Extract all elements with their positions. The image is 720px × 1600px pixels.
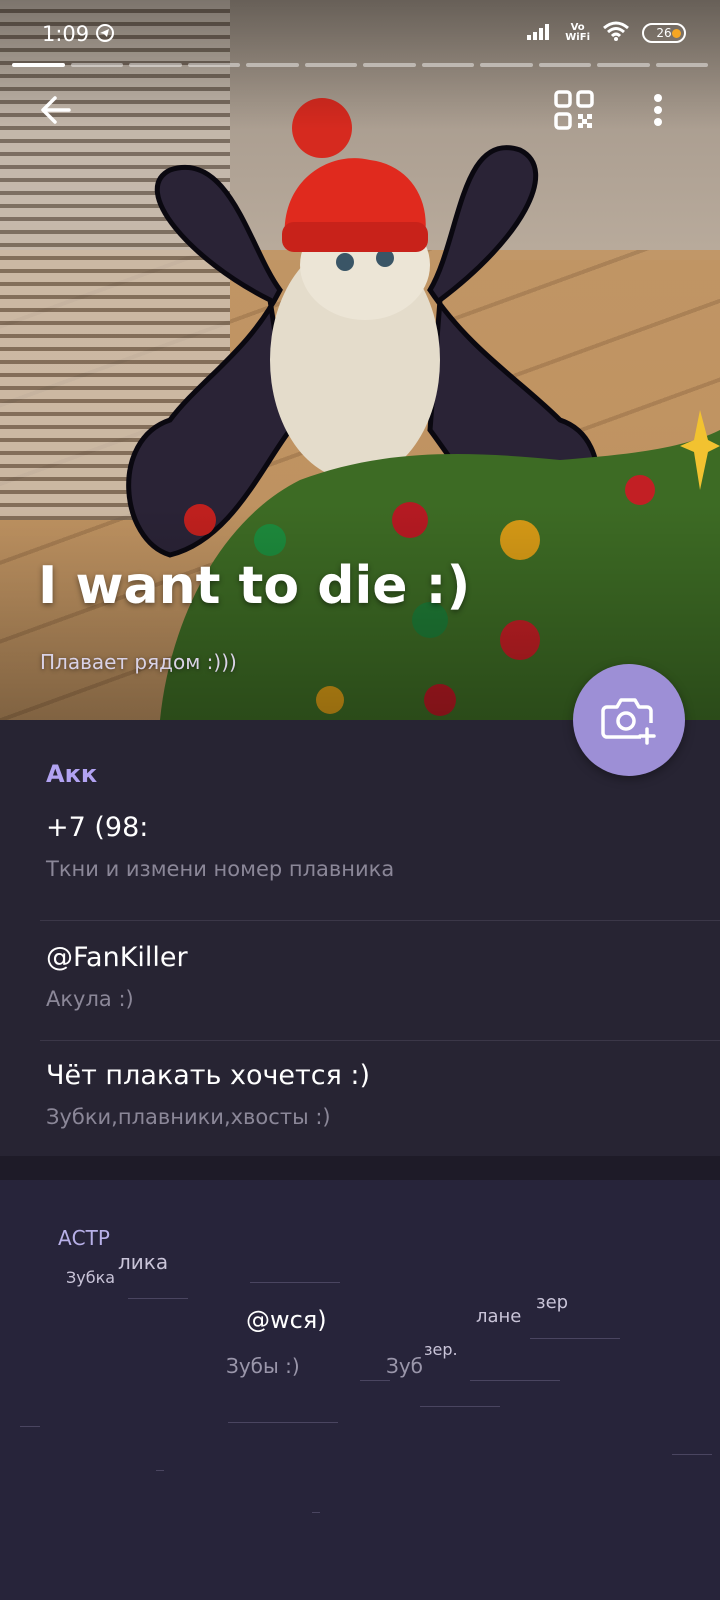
photo-progress-segment xyxy=(70,63,123,67)
photo-progress-segment xyxy=(187,63,240,67)
glitch-line xyxy=(20,1426,40,1427)
glitch-line xyxy=(420,1406,500,1407)
top-action-bar xyxy=(0,80,720,144)
qr-code-button[interactable] xyxy=(548,84,600,136)
telegram-notification-icon xyxy=(96,24,114,46)
battery-saver-dot xyxy=(672,29,681,38)
photo-progress-segment xyxy=(129,63,182,67)
glitched-settings-area: АСТР лика Зубка @wcя) Зубы :) Зуб зер. л… xyxy=(0,1180,720,1600)
signal-icon xyxy=(527,22,553,44)
more-options-button[interactable] xyxy=(638,84,678,136)
camera-add-icon xyxy=(601,698,656,745)
glitch-line xyxy=(672,1454,712,1455)
account-section-title: Акк xyxy=(46,760,98,788)
photo-progress-segment xyxy=(12,63,65,67)
photo-progress-segment xyxy=(304,63,357,67)
glitch-text: лане xyxy=(476,1306,522,1327)
set-photo-button[interactable] xyxy=(573,664,685,776)
photo-progress-segment xyxy=(363,63,416,67)
glitch-text: @wcя) xyxy=(246,1306,327,1334)
profile-status: Плавает рядом :))) xyxy=(40,650,237,674)
glitch-text: Зубы :) xyxy=(226,1354,300,1378)
glitch-line xyxy=(530,1338,620,1339)
arrow-left-icon xyxy=(41,96,71,124)
battery-level: 26 xyxy=(656,26,672,40)
photo-progress-segment xyxy=(421,63,474,67)
glitch-line xyxy=(470,1380,560,1381)
glitch-line xyxy=(360,1380,390,1381)
section-gap xyxy=(0,1156,720,1180)
glitch-text: лика xyxy=(118,1250,169,1274)
phone-row[interactable]: +7 (98: Ткни и измени номер плавника xyxy=(46,812,686,881)
divider xyxy=(40,920,720,921)
more-vert-icon xyxy=(654,94,662,126)
status-bar: 1:09 Vo WiFi 26 xyxy=(0,0,720,66)
username-hint: Акула :) xyxy=(46,987,134,1011)
glitch-text: Зубка xyxy=(66,1268,116,1287)
wifi-icon xyxy=(602,20,630,46)
divider xyxy=(40,1040,720,1041)
photo-progress-segment xyxy=(246,63,299,67)
glitch-line xyxy=(312,1512,320,1513)
photo-progress-segment xyxy=(655,63,708,67)
glitch-text: АСТР xyxy=(58,1226,110,1250)
glitch-text: Зуб xyxy=(386,1354,423,1378)
bio-text: Чёт плакать хочется :) xyxy=(46,1060,371,1091)
photo-progress-segment xyxy=(480,63,533,67)
battery-indicator: 26 xyxy=(642,23,686,43)
back-button[interactable] xyxy=(30,84,82,136)
glitch-line xyxy=(156,1470,164,1471)
status-icons: Vo WiFi 26 xyxy=(527,20,686,46)
username-row[interactable]: @FanKiller Акула :) xyxy=(46,942,686,1011)
account-section: Акк +7 (98: Ткни и измени номер плавника… xyxy=(0,720,720,1156)
bio-hint: Зубки,плавники,хвосты :) xyxy=(46,1105,331,1129)
qr-code-icon xyxy=(554,90,594,130)
photo-progress-segment xyxy=(538,63,591,67)
glitch-line xyxy=(228,1422,338,1423)
status-time: 1:09 xyxy=(42,22,90,46)
bio-row[interactable]: Чёт плакать хочется :) Зубки,плавники,хв… xyxy=(46,1060,686,1129)
glitch-text: зер xyxy=(536,1292,569,1313)
vowifi-icon: Vo WiFi xyxy=(565,22,590,43)
glitch-text: зер. xyxy=(424,1340,458,1359)
profile-name: I want to die :) xyxy=(38,556,471,616)
glitch-line xyxy=(250,1282,340,1283)
photo-progress-segment xyxy=(597,63,650,67)
username: @FanKiller xyxy=(46,942,188,973)
phone-number: +7 (98: xyxy=(46,812,149,843)
photo-progress-bars xyxy=(12,63,708,67)
glitch-line xyxy=(128,1298,188,1299)
phone-hint: Ткни и измени номер плавника xyxy=(46,857,395,881)
